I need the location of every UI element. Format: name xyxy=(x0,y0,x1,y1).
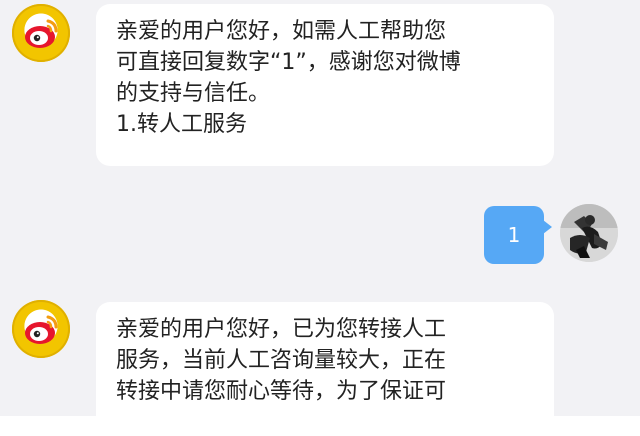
message-bubble-incoming: 亲爱的用户您好，已为您转接人工 服务，当前人工咨询量较大，正在 转接中请您耐心等… xyxy=(96,302,554,416)
transfer-to-human-option[interactable]: 1.转人工服务 xyxy=(116,109,534,140)
weibo-logo-icon xyxy=(25,315,58,344)
message-line: 亲爱的用户您好，已为您转接人工 xyxy=(116,317,447,342)
user-avatar-image xyxy=(560,204,618,262)
message-line: 的支持与信任。 xyxy=(116,81,271,106)
message-bubble-outgoing: 1 xyxy=(484,206,552,264)
user-avatar-icon[interactable] xyxy=(560,204,618,262)
bottom-strip xyxy=(0,416,640,436)
message-line: 亲爱的用户您好，如需人工帮助您 xyxy=(116,19,447,44)
weibo-official-avatar-icon[interactable] xyxy=(12,300,70,358)
bubble-tail xyxy=(543,220,552,234)
message-text: 1 xyxy=(507,223,521,247)
message-line: 转接中请您耐心等待，为了保证可 xyxy=(116,379,447,404)
chat-thread: 亲爱的用户您好，如需人工帮助您 可直接回复数字“1”，感谢您对微博 的支持与信任… xyxy=(0,0,640,416)
message-bubble-incoming: 亲爱的用户您好，如需人工帮助您 可直接回复数字“1”，感谢您对微博 的支持与信任… xyxy=(96,4,554,166)
weibo-official-avatar-icon[interactable] xyxy=(12,4,70,62)
weibo-logo-icon xyxy=(25,19,58,48)
message-line: 服务，当前人工咨询量较大，正在 xyxy=(116,348,447,373)
message-line: 可直接回复数字“1”，感谢您对微博 xyxy=(116,50,461,75)
